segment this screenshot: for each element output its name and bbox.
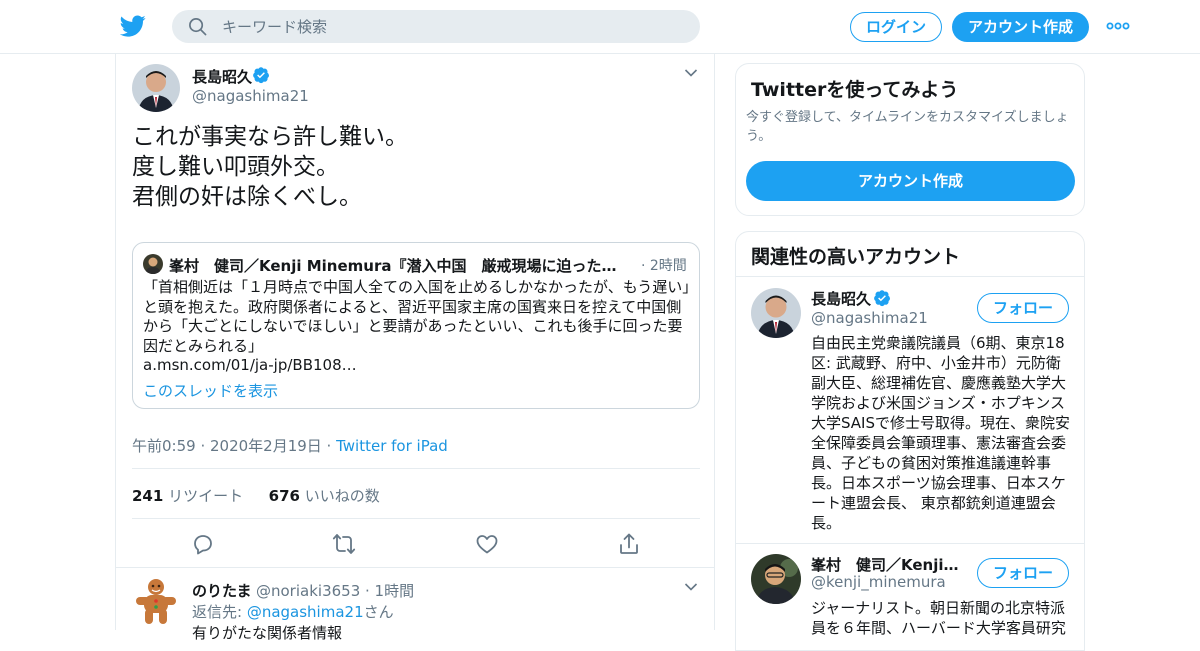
reply-suffix: さん: [363, 603, 394, 621]
reply-mention-link[interactable]: @nagashima21: [247, 603, 364, 621]
follow-button[interactable]: フォロー: [977, 293, 1069, 323]
show-thread-link[interactable]: このスレッドを表示: [143, 380, 278, 401]
search-icon: [189, 18, 207, 36]
related-accounts-title: 関連性の高いアカウント: [751, 246, 961, 268]
divider: [116, 567, 714, 568]
tweet-timestamp[interactable]: 午前0:59 · 2020年2月19日 ·: [132, 437, 336, 455]
retweets-count: 241: [132, 487, 164, 505]
login-button[interactable]: ログイン: [850, 12, 942, 42]
related-account-name[interactable]: 峯村 健司／Kenji …: [811, 554, 961, 575]
twitter-bird-logo-icon[interactable]: [120, 13, 146, 39]
related-account-avatar[interactable]: [751, 288, 801, 338]
retweets-label: リツイート: [163, 487, 244, 505]
top-navigation-bar: ログイン アカウント作成: [0, 0, 1200, 54]
signup-card-title: Twitterを使ってみよう: [751, 79, 959, 101]
signup-card-button[interactable]: アカウント作成: [746, 161, 1075, 201]
related-account-bio: ジャーナリスト。朝日新聞の北京特派員を６年間、ハーバード大学客員研究: [811, 599, 1066, 637]
reply-text: 有りがたな関係者情報: [192, 624, 343, 642]
tweet-stats: 241 リツイート 676 いいねの数: [132, 485, 380, 506]
divider: [736, 276, 1084, 277]
reply-prefix: 返信先:: [192, 603, 247, 621]
tweet-metadata: 午前0:59 · 2020年2月19日 · Twitter for iPad: [132, 435, 448, 456]
like-heart-icon[interactable]: [475, 532, 499, 556]
verified-badge-icon: [874, 290, 891, 307]
search-box: [172, 10, 700, 43]
gingerbread-man-icon: [136, 579, 176, 624]
reply-author-name[interactable]: のりたま: [192, 580, 252, 601]
more-options-icon[interactable]: [1106, 20, 1130, 32]
reply-author-avatar[interactable]: [132, 577, 180, 625]
quoted-text: 「首相側近は「１月時点で中国人全ての入国を止めるしかなかったが、もう遅い」と頭を…: [143, 278, 690, 374]
quoted-author-name: 峯村 健司／Kenji Minemura『潜入中国 厳戒現場に迫った特派…: [169, 257, 629, 275]
likes-label: いいねの数: [299, 487, 380, 505]
author-handle[interactable]: @nagashima21: [192, 87, 309, 105]
follow-button[interactable]: フォロー: [977, 558, 1069, 588]
share-icon[interactable]: [617, 532, 641, 556]
likes-count: 676: [268, 487, 300, 505]
tweet-detail-column: 長島昭久 @nagashima21 これが事実なら許し難い。 度し難い叩頭外交。…: [115, 54, 715, 642]
tweet-source-link[interactable]: Twitter for iPad: [336, 437, 448, 455]
likes-stat[interactable]: 676 いいねの数: [269, 487, 380, 505]
reply-author-handle[interactable]: @noriaki3653 · 1時間: [256, 580, 414, 601]
search-input[interactable]: [222, 10, 682, 43]
signup-button[interactable]: アカウント作成: [952, 12, 1089, 42]
retweets-stat[interactable]: 241 リツイート: [132, 487, 243, 505]
quoted-timestamp: · 2時間: [641, 258, 687, 274]
divider: [132, 518, 700, 519]
author-name[interactable]: 長島昭久: [192, 66, 252, 87]
related-account-handle[interactable]: @kenji_minemura: [811, 573, 946, 591]
chevron-down-icon[interactable]: [684, 68, 698, 78]
signup-card: Twitterを使ってみよう 今すぐ登録して、タイムラインをカスタマイズしましょ…: [735, 63, 1085, 216]
reply-context: 返信先: @nagashima21さん: [192, 601, 394, 622]
author-avatar[interactable]: [132, 64, 180, 112]
quoted-author-avatar: [143, 254, 163, 274]
related-account-avatar[interactable]: [751, 554, 801, 604]
tweet-text: これが事実なら許し難い。 度し難い叩頭外交。 君側の奸は除くべし。: [132, 124, 408, 210]
divider: [736, 543, 1084, 544]
related-account-handle[interactable]: @nagashima21: [811, 309, 928, 327]
quoted-tweet[interactable]: 峯村 健司／Kenji Minemura『潜入中国 厳戒現場に迫った特派… · …: [132, 242, 700, 409]
chevron-down-icon[interactable]: [684, 582, 698, 592]
verified-badge-icon: [253, 67, 270, 84]
related-account-bio: 自由民主党衆議院議員（6期、東京18区: 武蔵野、府中、小金井市）元防衛副大臣、…: [811, 334, 1071, 532]
retweet-icon[interactable]: [332, 532, 356, 556]
signup-card-subtitle: 今すぐ登録して、タイムラインをカスタマイズしましょう。: [746, 110, 1069, 144]
related-accounts-card: 関連性の高いアカウント 長島昭久 @nagashima21 フォロー 自由民主党…: [735, 231, 1085, 651]
related-account-name[interactable]: 長島昭久: [811, 288, 871, 309]
reply-icon[interactable]: [191, 532, 215, 556]
divider: [132, 468, 700, 469]
